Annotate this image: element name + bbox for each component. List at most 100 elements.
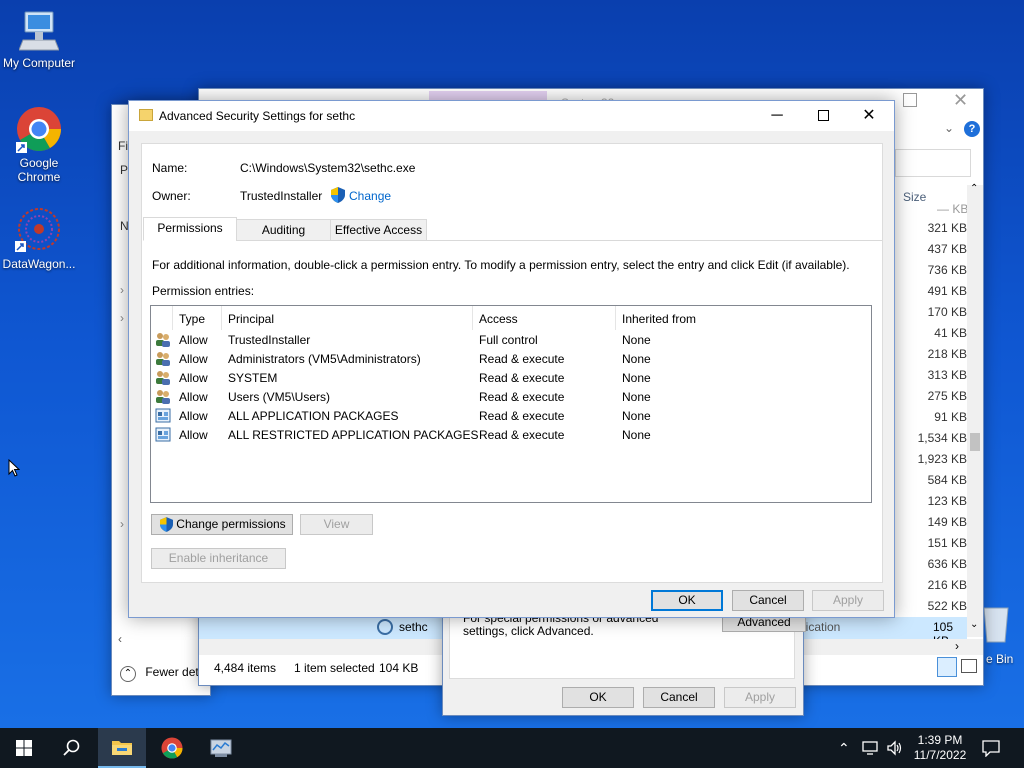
- dialog-titlebar[interactable]: Advanced Security Settings for sethc ─ ✕: [129, 101, 894, 131]
- details-view-icon[interactable]: [937, 657, 957, 677]
- permission-row[interactable]: Allow Administrators (VM5\Administrators…: [151, 350, 871, 369]
- start-button[interactable]: [0, 728, 48, 768]
- permission-entries-list[interactable]: Type Principal Access Inherited from All…: [150, 305, 872, 503]
- close-icon[interactable]: ✕: [953, 90, 968, 111]
- column-header-inherited[interactable]: Inherited from: [622, 312, 696, 326]
- permission-row[interactable]: Allow TrustedInstaller Full control None: [151, 331, 871, 350]
- desktop-icon-my-computer[interactable]: My Computer: [1, 10, 77, 70]
- tray-chevron-up-icon[interactable]: ⌃: [838, 728, 850, 768]
- desktop-icon-chrome[interactable]: Google Chrome: [1, 106, 77, 184]
- entry-inherited: None: [622, 371, 651, 385]
- desktop-icon-label: My Computer: [2, 56, 76, 70]
- chrome-taskbar-button[interactable]: [148, 728, 196, 768]
- scroll-thumb[interactable]: [970, 433, 980, 451]
- search-button[interactable]: [48, 728, 96, 768]
- server-manager-icon: [210, 739, 232, 757]
- cancel-button[interactable]: Cancel: [732, 590, 804, 611]
- permission-entries-label: Permission entries:: [152, 284, 255, 298]
- size-column: 321 KB 437 KB 736 KB 491 KB 170 KB 41 KB…: [907, 218, 967, 617]
- clock-date: 11/7/2022: [913, 748, 967, 762]
- chevron-right-icon[interactable]: ›: [120, 517, 124, 531]
- size-cell: 1,534 KB: [917, 431, 967, 445]
- vertical-scrollbar[interactable]: ⌃ ⌄: [967, 183, 983, 637]
- uac-shield-icon: [331, 187, 345, 203]
- large-icons-view-icon[interactable]: [961, 659, 977, 673]
- tab-effective-access[interactable]: Effective Access: [330, 219, 427, 241]
- user-group-icon: [155, 389, 171, 404]
- entry-access: Read & execute: [479, 352, 565, 366]
- entry-inherited: None: [622, 352, 651, 366]
- close-icon: ✕: [862, 107, 876, 124]
- notifications-button[interactable]: [982, 739, 1000, 768]
- ok-button[interactable]: OK: [651, 590, 723, 611]
- app-taskbar-button[interactable]: [197, 728, 245, 768]
- properties-apply-button[interactable]: Apply: [724, 687, 796, 708]
- tab-divider: [237, 240, 882, 241]
- size-cell: 636 KB: [927, 557, 967, 571]
- clock-time: 1:39 PM: [917, 733, 963, 747]
- maximize-button[interactable]: [800, 101, 846, 131]
- column-header-type[interactable]: Type: [179, 312, 205, 326]
- permission-row[interactable]: Allow ALL APPLICATION PACKAGES Read & ex…: [151, 407, 871, 426]
- chrome-icon: [16, 107, 61, 153]
- scroll-up-icon[interactable]: ⌃: [970, 183, 978, 194]
- permission-row[interactable]: Allow ALL RESTRICTED APPLICATION PACKAGE…: [151, 426, 871, 445]
- file-explorer-taskbar-button[interactable]: [98, 728, 146, 768]
- chevron-up-circle-icon: ⌃: [120, 666, 136, 682]
- tab-auditing[interactable]: Auditing: [236, 219, 331, 241]
- entry-access: Full control: [479, 333, 538, 347]
- desktop-icon-label: Google Chrome: [17, 156, 61, 184]
- column-header-access[interactable]: Access: [479, 312, 518, 326]
- volume-icon[interactable]: [886, 740, 904, 768]
- owner-value: TrustedInstaller: [240, 189, 323, 203]
- size-column-header[interactable]: Size: [903, 190, 926, 204]
- desktop-icon-datawagon[interactable]: DataWagon...: [1, 205, 77, 271]
- minimize-button[interactable]: ─: [754, 101, 800, 131]
- tab-permissions[interactable]: Permissions: [143, 217, 237, 241]
- size-cell-partial: — KB: [937, 202, 969, 216]
- maximize-icon[interactable]: [903, 93, 917, 107]
- size-cell: 151 KB: [927, 536, 967, 550]
- column-separator: [472, 306, 473, 330]
- clock[interactable]: 1:39 PM 11/7/2022: [908, 728, 972, 768]
- network-icon-svg: [862, 741, 878, 755]
- size-cell: 91 KB: [934, 410, 967, 424]
- size-cell: 123 KB: [927, 494, 967, 508]
- properties-ok-button[interactable]: OK: [562, 687, 634, 708]
- permission-row[interactable]: Allow SYSTEM Read & execute None: [151, 369, 871, 388]
- entry-inherited: None: [622, 333, 651, 347]
- folder-icon: [139, 109, 153, 121]
- entry-principal: ALL APPLICATION PACKAGES: [228, 409, 399, 423]
- advanced-security-dialog[interactable]: Advanced Security Settings for sethc ─ ✕…: [128, 100, 895, 618]
- fewer-details-toggle[interactable]: ⌃ Fewer det: [120, 665, 210, 685]
- change-owner-link[interactable]: Change: [349, 189, 391, 203]
- permission-row[interactable]: Allow Users (VM5\Users) Read & execute N…: [151, 388, 871, 407]
- maximize-icon: [817, 110, 829, 122]
- close-button[interactable]: ✕: [846, 101, 892, 131]
- size-cell: 216 KB: [927, 578, 967, 592]
- computer-icon: [19, 11, 59, 51]
- list-header: Type Principal Access Inherited from: [151, 306, 871, 330]
- enable-inheritance-button[interactable]: Enable inheritance: [151, 548, 286, 569]
- file-name: sethc: [399, 620, 428, 634]
- status-items: 4,484 items: [214, 661, 277, 675]
- help-icon[interactable]: ?: [964, 121, 980, 137]
- view-button[interactable]: View: [300, 514, 373, 535]
- properties-cancel-button[interactable]: Cancel: [643, 687, 715, 708]
- search-box[interactable]: [895, 149, 971, 177]
- apply-button[interactable]: Apply: [812, 590, 884, 611]
- chevron-down-icon[interactable]: ⌄: [944, 121, 954, 135]
- size-cell: 149 KB: [927, 515, 967, 529]
- column-header-principal[interactable]: Principal: [228, 312, 274, 326]
- scroll-right-icon[interactable]: ›: [955, 639, 959, 653]
- name-label: Name:: [152, 161, 188, 175]
- chevron-right-icon[interactable]: ›: [120, 283, 124, 297]
- entry-access: Read & execute: [479, 390, 565, 404]
- entry-principal: ALL RESTRICTED APPLICATION PACKAGES: [228, 428, 479, 442]
- scroll-left-icon[interactable]: ‹: [118, 632, 122, 646]
- scroll-down-icon[interactable]: ⌄: [970, 619, 978, 630]
- change-permissions-button[interactable]: Change permissions: [151, 514, 293, 535]
- network-icon[interactable]: [862, 740, 880, 768]
- size-cell: 218 KB: [927, 347, 967, 361]
- chevron-right-icon[interactable]: ›: [120, 311, 124, 325]
